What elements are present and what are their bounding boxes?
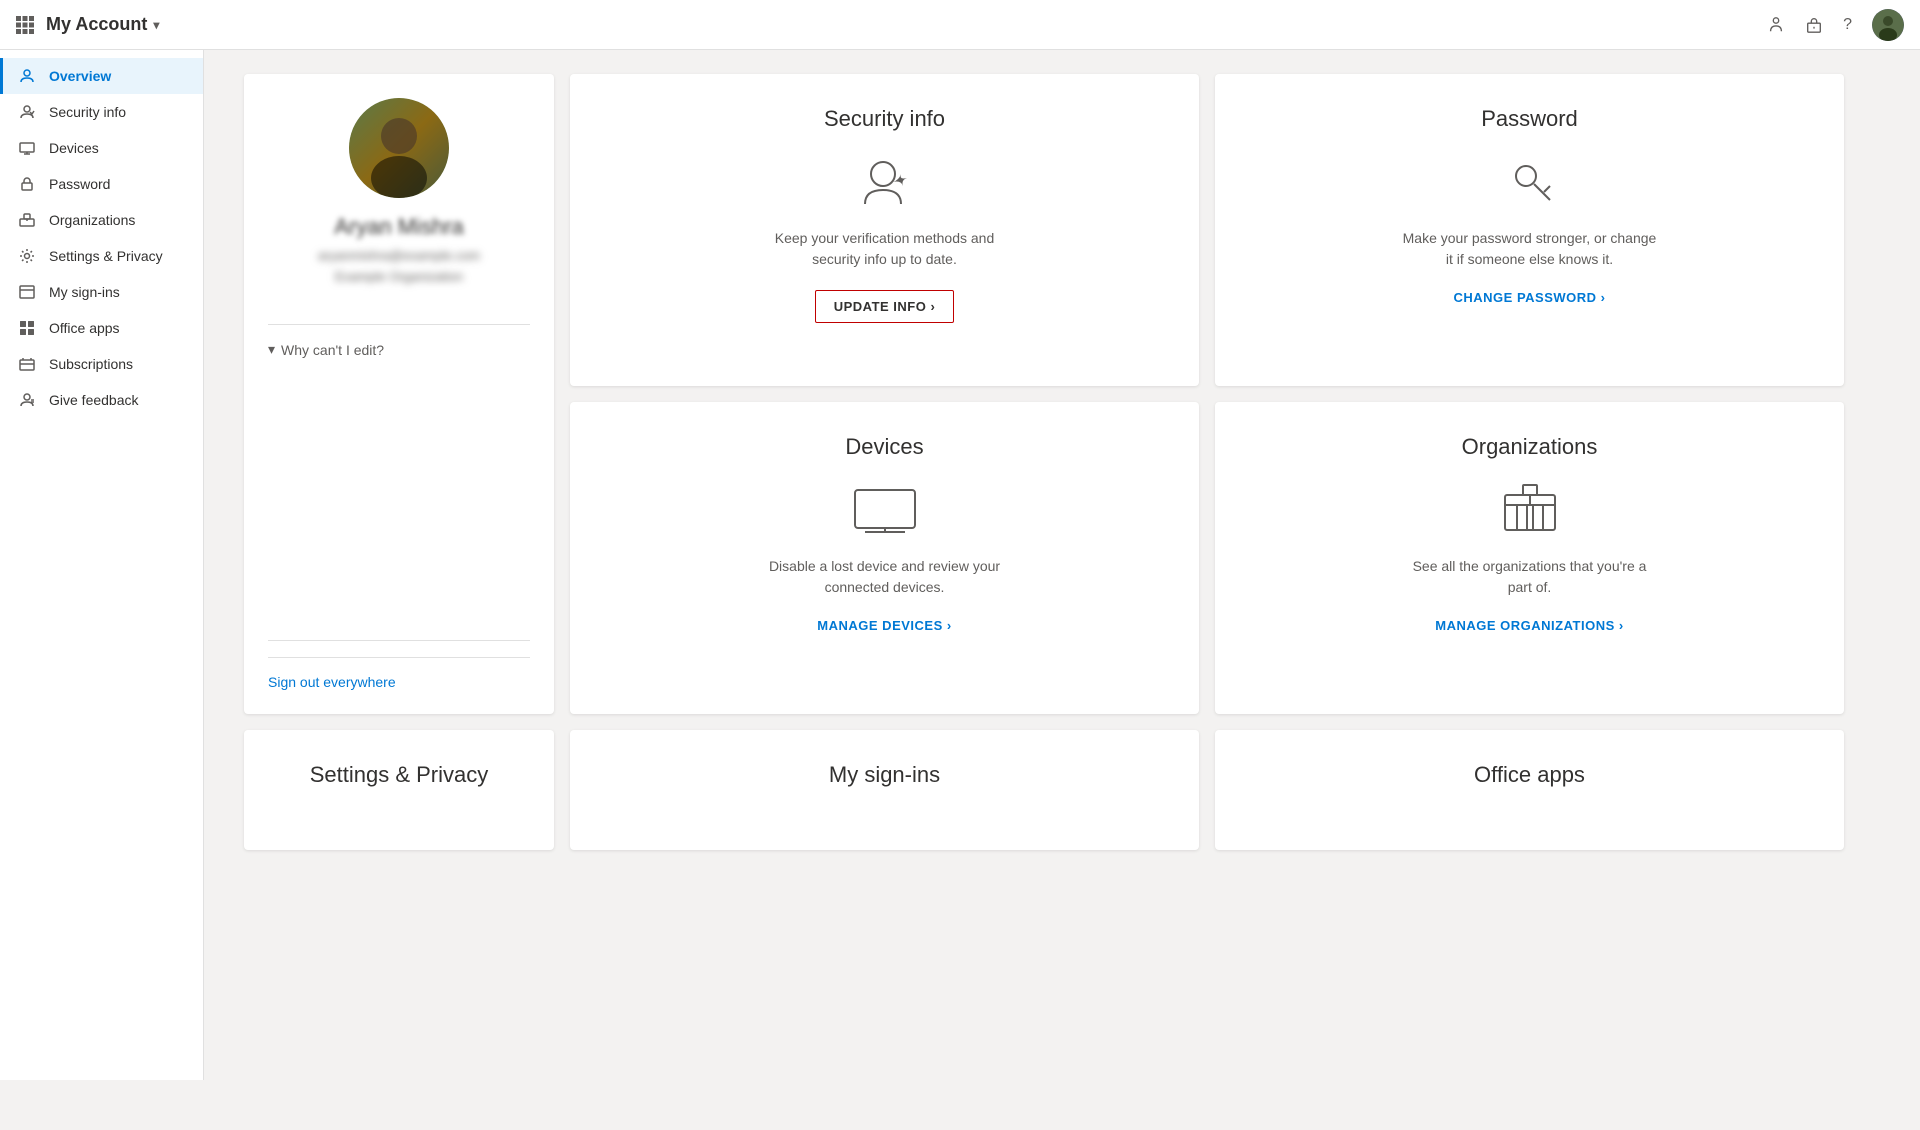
password-card-icon bbox=[1500, 152, 1560, 212]
sidebar-label-sign-ins: My sign-ins bbox=[49, 284, 120, 300]
app-title[interactable]: My Account ▾ bbox=[46, 14, 159, 35]
give-feedback-icon bbox=[19, 392, 39, 408]
sign-out-divider bbox=[268, 640, 530, 641]
header-left: My Account ▾ bbox=[16, 14, 159, 35]
sidebar-label-password: Password bbox=[49, 176, 110, 192]
profile-divider bbox=[268, 324, 530, 325]
organizations-card-icon bbox=[1495, 480, 1565, 540]
profile-name: Aryan Mishra bbox=[334, 214, 464, 240]
profile-avatar bbox=[349, 98, 449, 198]
my-sign-ins-title-bottom: My sign-ins bbox=[829, 762, 940, 788]
sidebar-label-office-apps: Office apps bbox=[49, 320, 120, 336]
manage-organizations-link[interactable]: MANAGE ORGANIZATIONS › bbox=[1435, 618, 1623, 633]
notification-icon[interactable] bbox=[1767, 16, 1785, 34]
sidebar-item-devices[interactable]: Devices bbox=[0, 130, 203, 166]
my-sign-ins-card-bottom: My sign-ins bbox=[570, 730, 1199, 850]
sidebar-label-settings: Settings & Privacy bbox=[49, 248, 163, 264]
office-apps-title-bottom: Office apps bbox=[1474, 762, 1585, 788]
app-title-text: My Account bbox=[46, 14, 147, 35]
devices-icon bbox=[19, 140, 39, 156]
office-apps-icon bbox=[19, 320, 39, 336]
chevron-down-icon: ▾ bbox=[268, 341, 275, 358]
sidebar-label-overview: Overview bbox=[49, 68, 111, 84]
bottom-cards-row: Settings & Privacy My sign-ins Office ap… bbox=[244, 730, 1844, 850]
sidebar-item-subscriptions[interactable]: Subscriptions bbox=[0, 346, 203, 382]
security-info-card-icon bbox=[855, 152, 915, 212]
settings-privacy-card-bottom: Settings & Privacy bbox=[244, 730, 554, 850]
sidebar-item-security-info[interactable]: Security info bbox=[0, 94, 203, 130]
security-info-card-desc: Keep your verification methods and secur… bbox=[755, 228, 1015, 270]
why-edit-label: Why can't I edit? bbox=[281, 342, 384, 358]
profile-card: Aryan Mishra aryanmishra@example.com Exa… bbox=[244, 74, 554, 714]
profile-org: Example Organization bbox=[335, 269, 463, 284]
sidebar-item-overview[interactable]: Overview bbox=[0, 58, 203, 94]
organizations-icon bbox=[19, 212, 39, 228]
cards-grid: Aryan Mishra aryanmishra@example.com Exa… bbox=[244, 74, 1844, 714]
sidebar-label-give-feedback: Give feedback bbox=[49, 392, 139, 408]
sidebar-item-password[interactable]: Password bbox=[0, 166, 203, 202]
sidebar-item-my-sign-ins[interactable]: My sign-ins bbox=[0, 274, 203, 310]
devices-card-icon bbox=[850, 480, 920, 540]
sidebar-label-subscriptions: Subscriptions bbox=[49, 356, 133, 372]
password-icon bbox=[19, 176, 39, 192]
overview-icon bbox=[19, 68, 39, 84]
security-info-card: Security info Keep your verification met… bbox=[570, 74, 1199, 386]
org-icon[interactable] bbox=[1805, 16, 1823, 34]
sign-out-link[interactable]: Sign out everywhere bbox=[268, 657, 530, 690]
title-chevron-icon: ▾ bbox=[153, 18, 159, 32]
waffle-icon[interactable] bbox=[16, 16, 34, 34]
main-content: Aryan Mishra aryanmishra@example.com Exa… bbox=[204, 50, 1920, 1080]
devices-card: Devices Disable a lost device and review… bbox=[570, 402, 1199, 714]
sidebar-label-devices: Devices bbox=[49, 140, 99, 156]
security-info-card-title: Security info bbox=[824, 106, 945, 132]
help-icon[interactable]: ? bbox=[1843, 16, 1852, 34]
password-card-desc: Make your password stronger, or change i… bbox=[1400, 228, 1660, 270]
why-cant-edit[interactable]: ▾ Why can't I edit? bbox=[268, 341, 384, 358]
profile-email: aryanmishra@example.com bbox=[318, 248, 480, 263]
update-info-button[interactable]: UPDATE INFO › bbox=[815, 290, 955, 323]
sign-ins-icon bbox=[19, 284, 39, 300]
manage-devices-link[interactable]: MANAGE DEVICES › bbox=[817, 618, 951, 633]
devices-card-title: Devices bbox=[845, 434, 923, 460]
password-card: Password Make your password stronger, or… bbox=[1215, 74, 1844, 386]
sidebar-item-give-feedback[interactable]: Give feedback bbox=[0, 382, 203, 418]
organizations-card: Organizations See all the organizations … bbox=[1215, 402, 1844, 714]
sidebar: Overview Security info Devices bbox=[0, 50, 204, 1080]
subscriptions-icon bbox=[19, 356, 39, 372]
office-apps-card-bottom: Office apps bbox=[1215, 730, 1844, 850]
sidebar-item-settings-privacy[interactable]: Settings & Privacy bbox=[0, 238, 203, 274]
header: My Account ▾ ? bbox=[0, 0, 1920, 50]
settings-icon bbox=[19, 248, 39, 264]
profile-bottom: Sign out everywhere bbox=[268, 624, 530, 690]
change-password-link[interactable]: CHANGE PASSWORD › bbox=[1454, 290, 1606, 305]
organizations-card-desc: See all the organizations that you're a … bbox=[1400, 556, 1660, 598]
password-card-title: Password bbox=[1481, 106, 1578, 132]
sidebar-item-organizations[interactable]: Organizations bbox=[0, 202, 203, 238]
sidebar-label-security-info: Security info bbox=[49, 104, 126, 120]
header-right: ? bbox=[1767, 9, 1904, 41]
security-info-icon bbox=[19, 104, 39, 120]
sidebar-label-organizations: Organizations bbox=[49, 212, 135, 228]
organizations-card-title: Organizations bbox=[1462, 434, 1598, 460]
devices-card-desc: Disable a lost device and review your co… bbox=[755, 556, 1015, 598]
settings-privacy-title-bottom: Settings & Privacy bbox=[310, 762, 489, 788]
app-body: Overview Security info Devices bbox=[0, 50, 1920, 1080]
sidebar-item-office-apps[interactable]: Office apps bbox=[0, 310, 203, 346]
user-avatar[interactable] bbox=[1872, 9, 1904, 41]
